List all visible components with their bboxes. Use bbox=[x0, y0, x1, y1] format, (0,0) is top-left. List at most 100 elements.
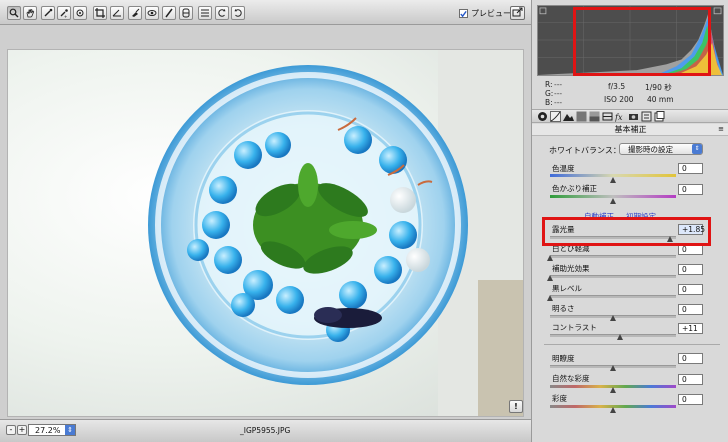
vibrance-slider-thumb[interactable] bbox=[609, 387, 616, 393]
shutter-value: 1/90 秒 bbox=[645, 83, 672, 92]
hsl-grid-icon bbox=[576, 111, 587, 122]
tab-tone-curve[interactable] bbox=[550, 111, 561, 122]
auto-adjust-link[interactable]: 自動補正 bbox=[584, 211, 614, 222]
tab-snapshots[interactable] bbox=[654, 111, 665, 122]
zoom-level-select[interactable]: 27.2% ⇕ bbox=[28, 424, 76, 436]
divider bbox=[544, 344, 720, 345]
zoom-level-value: 27.2% bbox=[35, 426, 61, 435]
status-bar: - + 27.2% ⇕ _IGP5955.JPG bbox=[0, 419, 531, 442]
temperature-slider-thumb[interactable] bbox=[609, 177, 616, 183]
aperture-icon bbox=[538, 112, 547, 121]
zoom-in-button[interactable]: + bbox=[17, 425, 27, 435]
magnifier-icon bbox=[9, 8, 19, 18]
dropdown-arrows-icon: ⇕ bbox=[692, 144, 702, 154]
rotate-left-icon bbox=[218, 9, 226, 17]
temperature-value[interactable]: 0 bbox=[678, 163, 703, 174]
photo-preview bbox=[7, 49, 524, 417]
filename-label: _IGP5955.JPG bbox=[240, 426, 291, 435]
blacks-label: 黒レベル bbox=[552, 284, 582, 293]
panel-section-title: 基本補正 bbox=[532, 124, 728, 136]
tab-camera-calibration[interactable] bbox=[628, 111, 639, 122]
tint-slider-thumb[interactable] bbox=[609, 198, 616, 204]
fill-light-value[interactable]: 0 bbox=[678, 264, 703, 275]
tab-split-toning[interactable] bbox=[589, 111, 600, 122]
contrast-label: コントラスト bbox=[552, 323, 597, 332]
zoom-out-button[interactable]: - bbox=[6, 425, 16, 435]
image-editor-pane: + プレビュー ! - + 27.2% ⇕ _IGP5955.JPG bbox=[0, 0, 531, 442]
recovery-slider-thumb[interactable] bbox=[546, 255, 553, 261]
brightness-value[interactable]: 0 bbox=[678, 304, 703, 315]
red-eye-tool-button[interactable] bbox=[145, 6, 159, 20]
blacks-slider-thumb[interactable] bbox=[546, 295, 553, 301]
focal-length-value: 40 mm bbox=[647, 95, 674, 104]
straighten-tool-button[interactable] bbox=[110, 6, 124, 20]
recovery-slider[interactable] bbox=[550, 255, 676, 258]
crop-tool-button[interactable] bbox=[93, 6, 107, 20]
rotate-cw-button[interactable] bbox=[231, 6, 245, 20]
graduated-filter-icon bbox=[182, 8, 190, 18]
preview-canvas[interactable]: ! bbox=[0, 26, 531, 419]
panel-menu-icon[interactable]: ≡ bbox=[718, 125, 724, 133]
tint-value[interactable]: 0 bbox=[678, 184, 703, 195]
mountain-icon bbox=[563, 114, 574, 121]
split-toning-icon bbox=[589, 111, 600, 122]
contrast-value[interactable]: +11 bbox=[678, 323, 703, 334]
toolbar: + プレビュー bbox=[0, 0, 531, 25]
fill-light-slider[interactable] bbox=[550, 275, 676, 278]
lens-icon bbox=[602, 112, 613, 121]
tab-lens-corrections[interactable] bbox=[602, 111, 613, 122]
white-balance-label: ホワイトバランス： bbox=[549, 146, 621, 155]
hand-icon bbox=[26, 8, 35, 18]
preview-label: プレビュー bbox=[471, 9, 511, 18]
clarity-slider-thumb[interactable] bbox=[609, 365, 616, 371]
hand-tool-button[interactable] bbox=[23, 6, 37, 20]
camera-icon bbox=[629, 114, 638, 120]
spot-removal-tool-button[interactable] bbox=[128, 6, 142, 20]
tab-effects[interactable]: fx bbox=[614, 111, 626, 122]
vibrance-value[interactable]: 0 bbox=[678, 374, 703, 385]
tab-hsl[interactable] bbox=[576, 111, 587, 122]
tab-basic[interactable] bbox=[537, 111, 548, 122]
g-label: G: bbox=[545, 89, 554, 98]
contrast-slider[interactable] bbox=[550, 334, 676, 337]
white-balance-tool-button[interactable] bbox=[41, 6, 55, 20]
tab-detail[interactable] bbox=[563, 111, 574, 122]
contrast-slider-thumb[interactable] bbox=[617, 334, 624, 340]
zoom-tool-button[interactable] bbox=[7, 6, 21, 20]
checkmark-icon bbox=[460, 10, 467, 17]
default-settings-link[interactable]: 初期設定 bbox=[626, 211, 656, 222]
exposure-value[interactable]: +1.85 bbox=[678, 224, 705, 235]
brightness-slider-thumb[interactable] bbox=[609, 315, 616, 321]
brightness-label: 明るさ bbox=[552, 304, 575, 313]
histogram-graph bbox=[538, 6, 723, 75]
preferences-button[interactable] bbox=[198, 6, 212, 20]
warning-button[interactable]: ! bbox=[509, 400, 523, 413]
color-sampler-tool-button[interactable]: + bbox=[57, 6, 71, 20]
saturation-slider-thumb[interactable] bbox=[609, 407, 616, 413]
clarity-value[interactable]: 0 bbox=[678, 353, 703, 364]
rotate-ccw-button[interactable] bbox=[215, 6, 229, 20]
target-adjustment-tool-button[interactable] bbox=[73, 6, 87, 20]
exposure-slider-thumb[interactable] bbox=[667, 236, 674, 242]
graduated-filter-tool-button[interactable] bbox=[179, 6, 193, 20]
eyedropper-icon bbox=[44, 8, 53, 17]
saturation-value[interactable]: 0 bbox=[678, 394, 703, 405]
straighten-icon bbox=[112, 9, 121, 17]
fullscreen-button[interactable] bbox=[510, 6, 525, 20]
rotate-right-icon bbox=[234, 9, 242, 17]
recovery-value[interactable]: 0 bbox=[678, 244, 703, 255]
blacks-slider[interactable] bbox=[550, 295, 676, 298]
exposure-slider[interactable] bbox=[550, 236, 676, 239]
recovery-label: 白とび軽減 bbox=[552, 244, 590, 253]
tab-presets[interactable] bbox=[641, 111, 652, 122]
white-balance-select[interactable]: 撮影時の設定 ⇕ bbox=[619, 143, 703, 155]
svg-text:fx: fx bbox=[615, 113, 623, 122]
fishbowl-photo-image bbox=[148, 50, 523, 416]
red-eye-icon bbox=[147, 10, 157, 16]
blacks-value[interactable]: 0 bbox=[678, 284, 703, 295]
fill-light-slider-thumb[interactable] bbox=[546, 275, 553, 281]
white-balance-value: 撮影時の設定 bbox=[628, 145, 673, 154]
preview-checkbox[interactable] bbox=[459, 9, 468, 18]
adjustment-brush-tool-button[interactable] bbox=[162, 6, 176, 20]
fx-icon: fx bbox=[614, 113, 623, 122]
